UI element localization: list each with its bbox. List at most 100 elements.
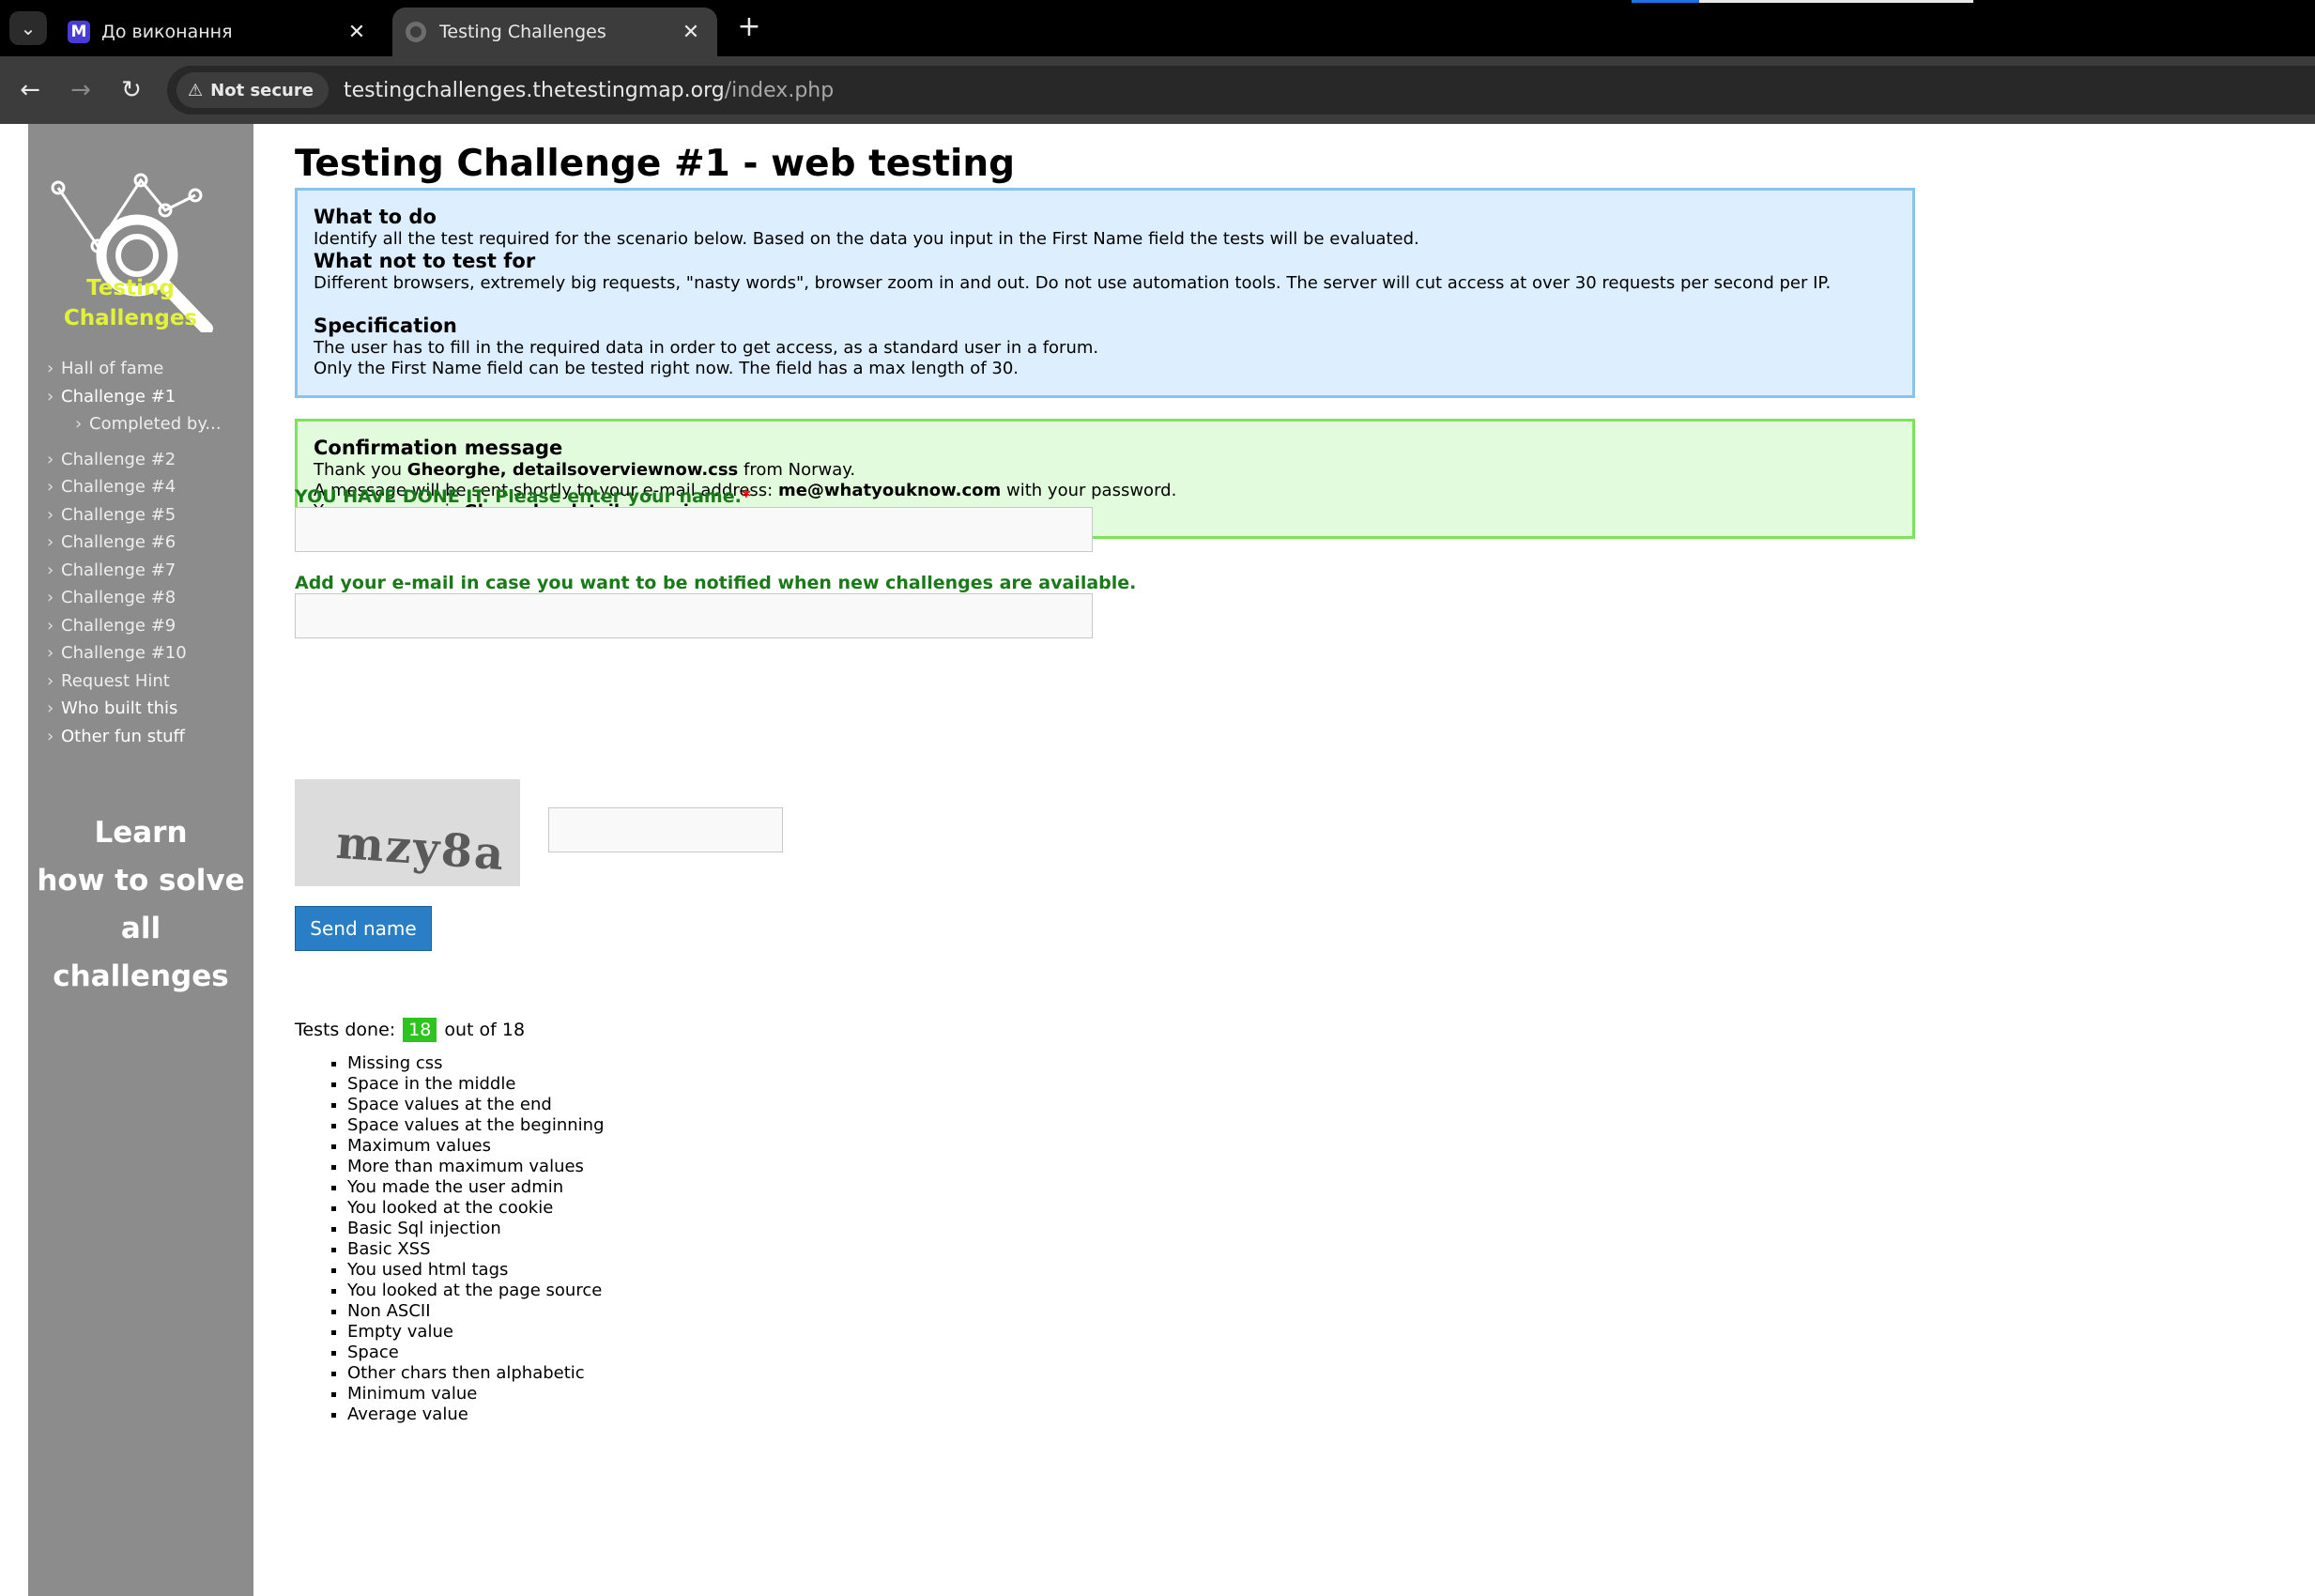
- spec-line: The user has to fill in the required dat…: [314, 338, 1099, 358]
- what-to-do-heading: What to do: [314, 206, 437, 228]
- tests-list: Missing css Space in the middle Space va…: [347, 1053, 605, 1425]
- captcha-input[interactable]: [548, 807, 783, 852]
- security-chip[interactable]: ⚠ Not secure: [176, 72, 329, 108]
- sidebar-item-challenge-2[interactable]: › Challenge #2: [47, 446, 222, 474]
- sidebar-item-challenge-9[interactable]: › Challenge #9: [47, 612, 222, 640]
- learn-line: how to solve: [37, 864, 245, 898]
- page: Testing Challenges › Hall of fame › Challe…: [0, 124, 2315, 1596]
- list-item: Missing css: [347, 1053, 605, 1074]
- list-item: Non ASCII: [347, 1301, 605, 1322]
- chevron-right-icon: ›: [47, 726, 54, 746]
- sidebar-item-label: Challenge #7: [61, 560, 176, 580]
- forward-button[interactable]: →: [64, 73, 98, 107]
- sidebar-item-completed-by[interactable]: › Completed by...: [47, 410, 222, 438]
- text: Thank you: [314, 460, 407, 480]
- sidebar-item-label: Challenge #9: [61, 615, 176, 636]
- close-icon[interactable]: ✕: [678, 21, 704, 44]
- sidebar-item-challenge-7[interactable]: › Challenge #7: [47, 557, 222, 585]
- reload-button[interactable]: ↻: [115, 73, 148, 107]
- sidebar-item-challenge-4[interactable]: › Challenge #4: [47, 473, 222, 501]
- back-button[interactable]: ←: [13, 73, 47, 107]
- label-text: YOU HAVE DONE IT. Please enter your name…: [295, 486, 742, 507]
- list-item: Basic XSS: [347, 1239, 605, 1260]
- email-input[interactable]: [295, 593, 1093, 638]
- sidebar-item-label: Completed by...: [89, 414, 222, 434]
- list-item: More than maximum values: [347, 1157, 605, 1177]
- sidebar-item-challenge-5[interactable]: › Challenge #5: [47, 501, 222, 529]
- url-text[interactable]: testingchallenges.thetestingmap.org/inde…: [344, 79, 834, 102]
- sidebar-item-who-built-this[interactable]: › Who built this: [47, 695, 222, 723]
- sidebar-item-challenge-10[interactable]: › Challenge #10: [47, 639, 222, 668]
- what-to-do-text: Identify all the test required for the s…: [314, 229, 1419, 249]
- first-name-input[interactable]: [295, 507, 1093, 552]
- chevron-right-icon: ›: [47, 588, 54, 607]
- user-name: Gheorghe, detailsoverviewnow.css: [406, 460, 739, 480]
- tests-done-prefix: Tests done:: [295, 1020, 396, 1040]
- sidebar-item-challenge-1[interactable]: › Challenge #1: [47, 383, 222, 411]
- sidebar-item-challenge-6[interactable]: › Challenge #6: [47, 529, 222, 557]
- url-path: /index.php: [724, 78, 835, 102]
- sidebar-item-label: Challenge #6: [61, 532, 176, 552]
- sidebar-item-label: Challenge #5: [61, 504, 176, 525]
- text: with your password.: [1001, 481, 1177, 500]
- user-email: me@whatyouknow.com: [777, 481, 1002, 500]
- chevron-right-icon: ›: [47, 359, 54, 378]
- chevron-right-icon: ›: [47, 477, 54, 497]
- site-logo[interactable]: Testing Challenges: [41, 145, 248, 335]
- tab-testing-challenges[interactable]: Testing Challenges ✕: [392, 8, 717, 56]
- sidebar-item-label: Who built this: [61, 698, 178, 718]
- send-name-button[interactable]: Send name: [295, 906, 432, 951]
- learn-link[interactable]: Learn how to solve all challenges: [28, 809, 253, 1001]
- m-app-icon: M: [68, 21, 90, 43]
- tests-done-summary: Tests done: 18 out of 18: [295, 1018, 525, 1042]
- url-host: testingchallenges.thetestingmap.org: [343, 78, 725, 102]
- captcha-text: mzy8a: [334, 816, 508, 882]
- sidebar-item-label: Challenge #1: [61, 386, 176, 407]
- sidebar-nav: › Hall of fame › Challenge #1 › Completed b…: [47, 355, 222, 750]
- tests-done-count: 18: [403, 1018, 437, 1042]
- tab-bar: ⌄ M До виконання ✕ Testing Challenges ✕ …: [0, 0, 2315, 56]
- list-item: Space in the middle: [347, 1074, 605, 1095]
- sidebar-item-label: Challenge #4: [61, 477, 176, 497]
- tab-todo[interactable]: M До виконання ✕: [54, 8, 383, 56]
- list-item: Space: [347, 1343, 605, 1363]
- chevron-right-icon: ›: [47, 532, 54, 552]
- address-bar[interactable]: ⚠ Not secure testingchallenges.thetestin…: [167, 66, 2315, 115]
- sidebar-item-other-fun-stuff[interactable]: › Other fun stuff: [47, 723, 222, 751]
- confirmation-heading: Confirmation message: [314, 437, 563, 459]
- sidebar-item-challenge-8[interactable]: › Challenge #8: [47, 584, 222, 612]
- list-item: You looked at the cookie: [347, 1198, 605, 1219]
- email-field-label: Add your e-mail in case you want to be n…: [295, 573, 1137, 593]
- list-item: Average value: [347, 1404, 605, 1425]
- instructions-box: What to do Identify all the test require…: [295, 188, 1915, 398]
- chevron-right-icon: ›: [47, 615, 54, 636]
- chevron-right-icon: ›: [47, 449, 54, 469]
- sidebar-item-hall-of-fame[interactable]: › Hall of fame: [47, 355, 222, 383]
- learn-line: all challenges: [53, 912, 229, 993]
- sidebar-item-label: Challenge #10: [61, 643, 187, 663]
- chevron-right-icon: ›: [75, 414, 83, 434]
- new-tab-button[interactable]: +: [732, 11, 766, 45]
- list-item: You made the user admin: [347, 1177, 605, 1198]
- security-label: Not secure: [210, 80, 314, 100]
- logo-text-line1: Testing: [86, 276, 175, 300]
- tab-search-button[interactable]: ⌄: [9, 11, 47, 45]
- list-item: Minimum value: [347, 1384, 605, 1404]
- plus-icon: +: [737, 10, 761, 43]
- chevron-right-icon: ›: [47, 560, 54, 580]
- logo-text-line2: Challenges: [63, 306, 198, 330]
- sidebar-item-request-hint[interactable]: › Request Hint: [47, 668, 222, 696]
- close-icon[interactable]: ✕: [344, 21, 370, 44]
- list-item: Maximum values: [347, 1136, 605, 1157]
- list-item: Space values at the beginning: [347, 1115, 605, 1136]
- arrow-left-icon: ←: [20, 76, 40, 104]
- globe-icon: [406, 22, 426, 42]
- chevron-right-icon: ›: [47, 670, 54, 691]
- captcha-image: mzy8a: [295, 779, 520, 886]
- browser-toolbar: ← → ↻ ⚠ Not secure testingchallenges.the…: [0, 56, 2315, 124]
- list-item: You looked at the page source: [347, 1281, 605, 1301]
- chevron-right-icon: ›: [47, 643, 54, 663]
- chevron-right-icon: ›: [47, 386, 54, 407]
- list-item: Basic Sql injection: [347, 1219, 605, 1239]
